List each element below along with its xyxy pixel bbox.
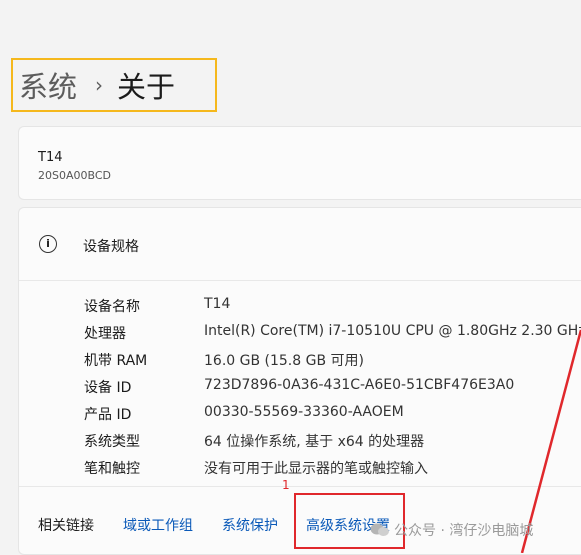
device-model: 20S0A00BCD — [38, 169, 112, 182]
spec-label: 处理器 — [84, 326, 126, 342]
spec-value: 16.0 GB (15.8 GB 可用) — [204, 353, 364, 369]
annotation-number: 1 — [282, 478, 290, 492]
spec-value: 723D7896-0A36-431C-A6E0-51CBF476E3A0 — [204, 377, 515, 393]
watermark-text: 公众号 · 湾仔沙电脑城 — [394, 523, 534, 539]
spec-label: 笔和触控 — [84, 461, 140, 477]
device-specs-title: 设备规格 — [83, 239, 139, 255]
breadcrumb-parent-system[interactable]: 系统 — [19, 64, 77, 106]
page-title: 关于 — [117, 70, 176, 104]
spec-label: 设备 ID — [84, 380, 132, 396]
wechat-icon — [370, 523, 389, 536]
spec-label: 系统类型 — [84, 434, 140, 450]
spec-label: 设备名称 — [84, 299, 140, 315]
spec-value: Intel(R) Core(TM) i7-10510U CPU @ 1.80GH… — [204, 323, 581, 339]
device-name: T14 — [38, 150, 63, 165]
spec-label: 产品 ID — [84, 407, 132, 423]
device-specs-header[interactable]: i 设备规格 — [19, 208, 581, 281]
breadcrumb: 系统 › 关于 — [11, 58, 217, 112]
spec-value: T14 — [204, 296, 231, 312]
system-protection-link[interactable]: 系统保护 — [222, 515, 278, 535]
spec-value: 64 位操作系统, 基于 x64 的处理器 — [204, 434, 425, 450]
chevron-right-icon: › — [95, 73, 104, 97]
domain-or-workgroup-link[interactable]: 域或工作组 — [123, 515, 193, 535]
related-links-title: 相关链接 — [38, 518, 94, 534]
spec-value: 00330-55569-33360-AAOEM — [204, 404, 404, 420]
info-icon: i — [39, 235, 57, 253]
watermark: 公众号 · 湾仔沙电脑城 — [370, 520, 533, 540]
spec-value: 没有可用于此显示器的笔或触控输入 — [204, 461, 428, 477]
device-card: T14 20S0A00BCD — [18, 126, 581, 200]
spec-label: 机带 RAM — [84, 353, 148, 369]
